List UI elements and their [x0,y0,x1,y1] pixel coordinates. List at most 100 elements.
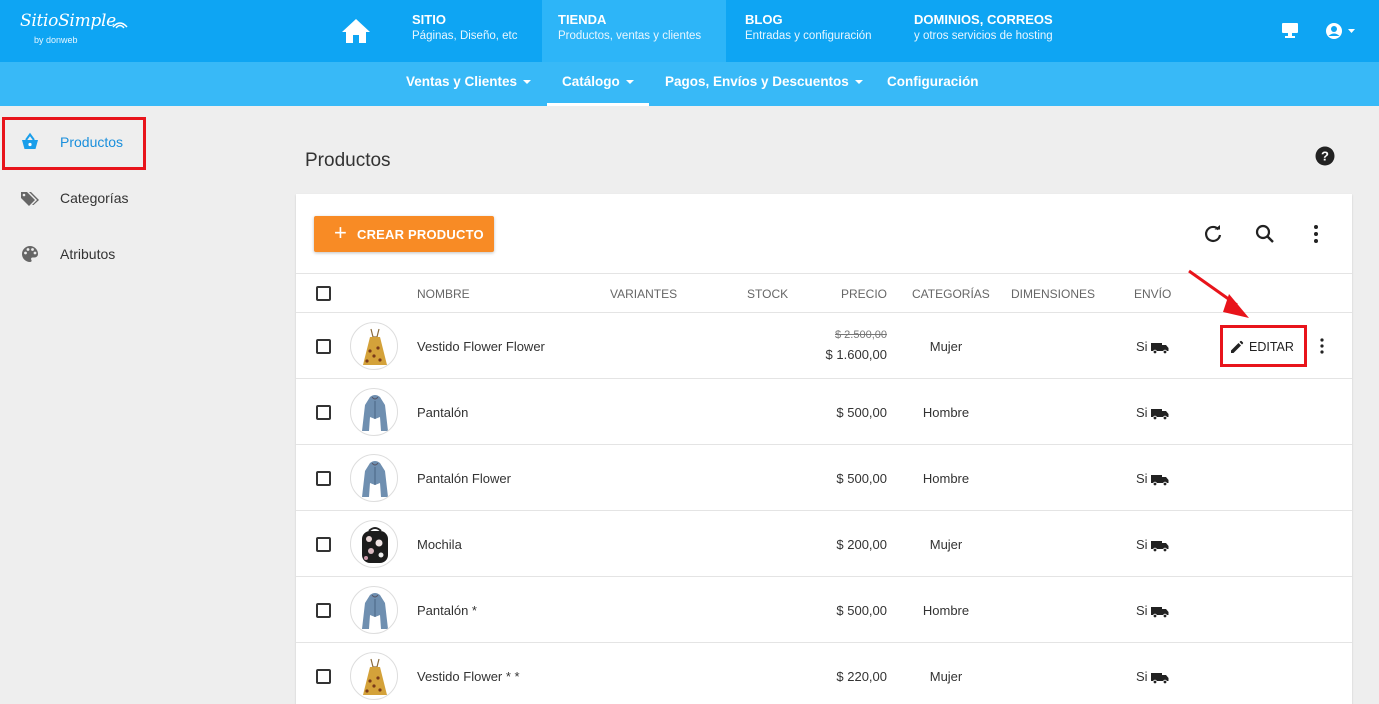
shipping-value: Si [1136,405,1148,420]
help-icon[interactable]: ? [1315,146,1335,166]
header-variantes[interactable]: VARIANTES [610,287,677,301]
row-checkbox[interactable] [316,405,331,420]
shipping-value: Si [1136,603,1148,618]
table-row[interactable]: Pantalón * $ 500,00 Hombre Si [296,577,1352,643]
backpack-image [362,527,388,563]
product-shipping: Si [1136,405,1169,420]
nav-dominios-title: DOMINIOS, CORREOS [914,12,1053,27]
row-checkbox[interactable] [316,471,331,486]
home-icon [342,19,370,43]
refresh-icon[interactable] [1202,223,1224,245]
dress-image [363,658,387,695]
product-thumbnail [350,322,398,370]
brand-logo[interactable]: SitioSimple by donweb [20,11,128,51]
product-thumbnail [350,520,398,568]
product-name: Mochila [417,537,462,552]
jacket-image [362,461,388,497]
page-title: Productos [305,150,391,171]
tag-icon [21,192,39,206]
caret-down-icon [854,80,863,85]
product-category: Mujer [929,537,963,552]
row-checkbox[interactable] [316,603,331,618]
caret-down-icon [625,80,634,85]
product-price: $ 200,00 [836,537,887,552]
product-thumbnail [350,586,398,634]
product-shipping: Si [1136,339,1169,354]
subnav-configuracion-label: Configuración [887,74,979,89]
plus-icon: + [334,220,347,245]
product-category: Mujer [929,669,963,684]
nav-tienda-subtitle: Productos, ventas y clientes [558,30,702,42]
product-name: Pantalón [417,405,469,420]
product-category: Mujer [929,339,963,354]
sidebar-item-label: Categorías [60,190,129,206]
table-row[interactable]: Mochila $ 200,00 Mujer Si [296,511,1352,577]
select-all-checkbox[interactable] [316,286,331,301]
truck-icon [1150,342,1169,354]
header-envio[interactable]: ENVÍO [1134,287,1171,301]
table-row[interactable]: Pantalón $ 500,00 Hombre Si [296,379,1352,445]
sidebar-item-atributos[interactable]: Atributos [0,232,240,276]
nav-tienda[interactable]: TIENDA Productos, ventas y clientes [542,0,726,62]
jacket-image [362,593,388,629]
product-category: Hombre [922,405,970,420]
nav-blog-subtitle: Entradas y configuración [745,30,872,42]
shipping-value: Si [1136,669,1148,684]
product-price: $ 220,00 [836,669,887,684]
header-stock[interactable]: STOCK [747,287,788,301]
nav-dominios[interactable]: DOMINIOS, CORREOS y otros servicios de h… [898,0,1078,62]
row-checkbox[interactable] [316,537,331,552]
home-button[interactable] [339,16,373,48]
subnav-pagos[interactable]: Pagos, Envíos y Descuentos [665,62,863,106]
product-name: Vestido Flower * * [417,669,520,684]
caret-down-icon [523,80,532,85]
arrow-annotation [1188,269,1249,318]
product-thumbnail [350,454,398,502]
shipping-value: Si [1136,339,1148,354]
more-vert-icon[interactable] [1305,223,1327,245]
product-shipping: Si [1136,603,1169,618]
highlight-box [2,117,146,170]
table-row[interactable]: Vestido Flower Flower $ 2.500,00 $ 1.600… [296,313,1352,379]
sidebar-item-categorias[interactable]: Categorías [0,176,240,220]
subnav-catalogo[interactable]: Catálogo [547,62,649,106]
product-price: $ 500,00 [836,471,887,486]
palette-icon [22,246,38,262]
nav-dominios-subtitle: y otros servicios de hosting [914,30,1053,42]
header-nombre[interactable]: NOMBRE [417,287,470,301]
user-icon [1326,23,1355,39]
product-shipping: Si [1136,471,1169,486]
product-price: $ 500,00 [836,603,887,618]
row-checkbox[interactable] [316,669,331,684]
wifi-icon [112,22,128,29]
more-vert-icon[interactable] [1316,337,1328,355]
subnav-configuracion[interactable]: Configuración [887,62,979,106]
shipping-value: Si [1136,471,1148,486]
search-icon[interactable] [1254,223,1276,245]
row-checkbox[interactable] [316,339,331,354]
create-product-button[interactable]: + CREAR PRODUCTO [314,216,494,252]
product-name: Pantalón Flower [417,471,511,486]
monitor-icon[interactable] [1281,22,1299,38]
subnav-ventas[interactable]: Ventas y Clientes [406,62,532,106]
product-price: $ 1.600,00 [825,347,887,362]
header-categorias[interactable]: CATEGORÍAS [912,287,990,301]
user-menu-button[interactable] [1325,22,1359,40]
table-row[interactable]: Pantalón Flower $ 500,00 Hombre Si [296,445,1352,511]
header-precio[interactable]: PRECIO [841,287,887,301]
nav-blog[interactable]: BLOG Entradas y configuración [729,0,895,62]
nav-sitio-subtitle: Páginas, Diseño, etc [412,30,518,42]
truck-icon [1150,540,1169,552]
truck-icon [1150,672,1169,684]
nav-sitio[interactable]: SITIO Páginas, Diseño, etc [396,0,538,62]
highlight-box [1220,325,1307,367]
product-thumbnail [350,388,398,436]
product-old-price: $ 2.500,00 [835,329,887,341]
create-product-label: CREAR PRODUCTO [357,227,484,242]
nav-blog-title: BLOG [745,12,783,27]
truck-icon [1150,606,1169,618]
subnav-pagos-label: Pagos, Envíos y Descuentos [665,74,849,89]
table-row[interactable]: Vestido Flower * * $ 220,00 Mujer Si [296,643,1352,704]
header-dimensiones[interactable]: DIMENSIONES [1011,287,1095,301]
product-shipping: Si [1136,537,1169,552]
